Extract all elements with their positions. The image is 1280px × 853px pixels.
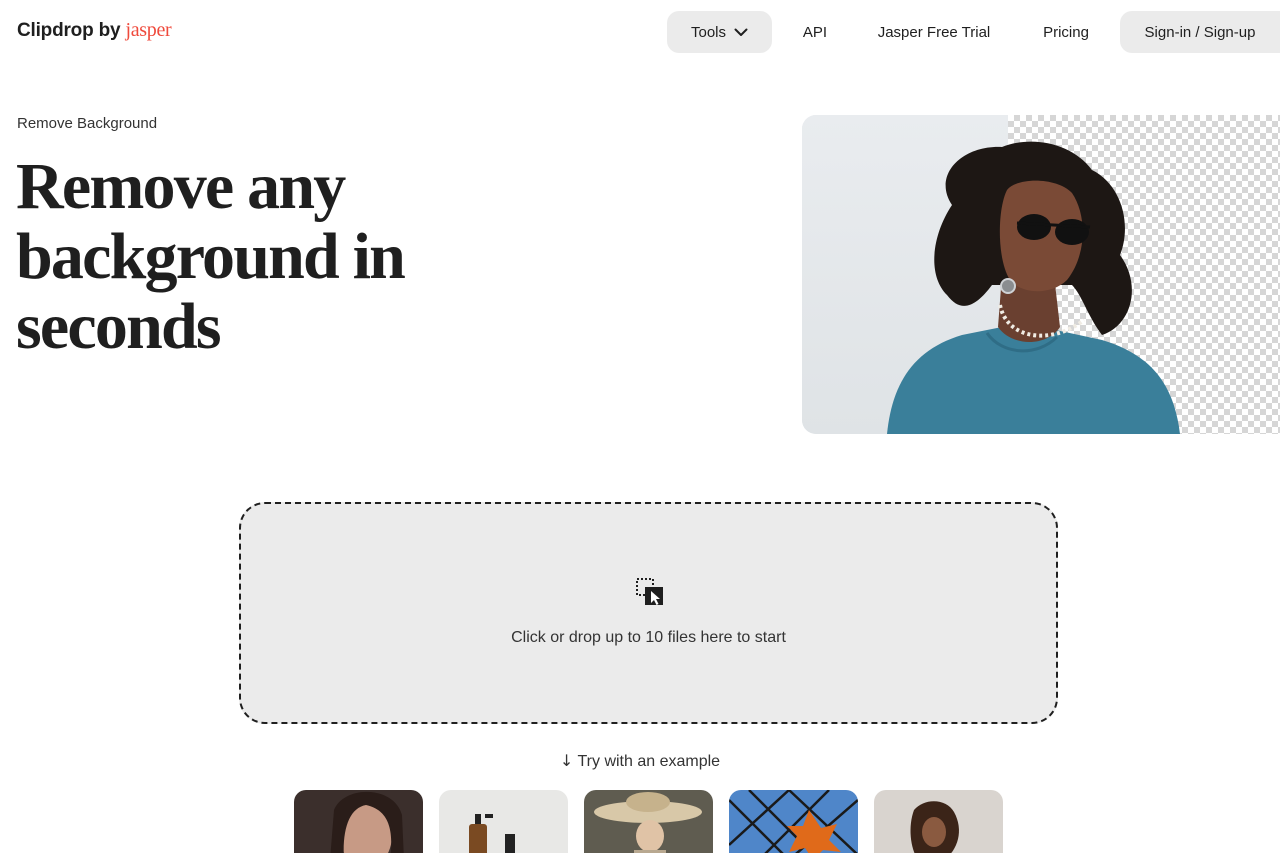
arrow-down-icon: ↓	[559, 751, 574, 770]
logo-jasper-text: jasper	[125, 19, 172, 41]
example-thumbnail-portrait-woman[interactable]	[294, 790, 423, 853]
clipdrop-logo[interactable]: Clipdrop by jasper	[17, 19, 172, 42]
example-thumbnail-product-bottles[interactable]	[439, 790, 568, 853]
title-line-2: background in	[16, 220, 406, 293]
tools-label: Tools	[690, 23, 727, 41]
pricing-link[interactable]: Pricing	[1030, 11, 1102, 53]
sign-in-button[interactable]: Sign-in / Sign-up	[1120, 11, 1280, 53]
top-nav-bar: Clipdrop by jasper Tools API Jasper Free…	[0, 0, 1280, 64]
jasper-free-trial-link[interactable]: Jasper Free Trial	[864, 11, 1004, 53]
drop-files-icon	[636, 578, 663, 605]
example-thumbnail-leaf-fence[interactable]	[729, 790, 858, 853]
title-line-3: seconds	[16, 290, 222, 363]
page-title: Remove any background in seconds	[16, 152, 476, 362]
tools-menu-button[interactable]: Tools	[667, 11, 772, 53]
logo-main-text: Clipdrop by	[17, 20, 121, 41]
hero-before-after-image	[802, 115, 1280, 434]
page-eyebrow: Remove Background	[17, 115, 158, 132]
chevron-down-icon	[734, 28, 748, 36]
try-example-label: ↓ Try with an example	[0, 751, 1280, 771]
file-drop-zone[interactable]: Click or drop up to 10 files here to sta…	[239, 502, 1058, 724]
person-illustration	[887, 141, 1180, 434]
api-link[interactable]: API	[790, 11, 840, 53]
example-thumbnail-woman-hat-painting[interactable]	[584, 790, 713, 853]
comparison-slider-handle[interactable]	[1000, 278, 1016, 294]
title-line-1: Remove any	[16, 150, 346, 223]
drop-zone-prompt: Click or drop up to 10 files here to sta…	[511, 629, 786, 646]
example-thumbnail-woman-curly-hair[interactable]	[874, 790, 1003, 853]
try-example-text: Try with an example	[577, 753, 721, 770]
